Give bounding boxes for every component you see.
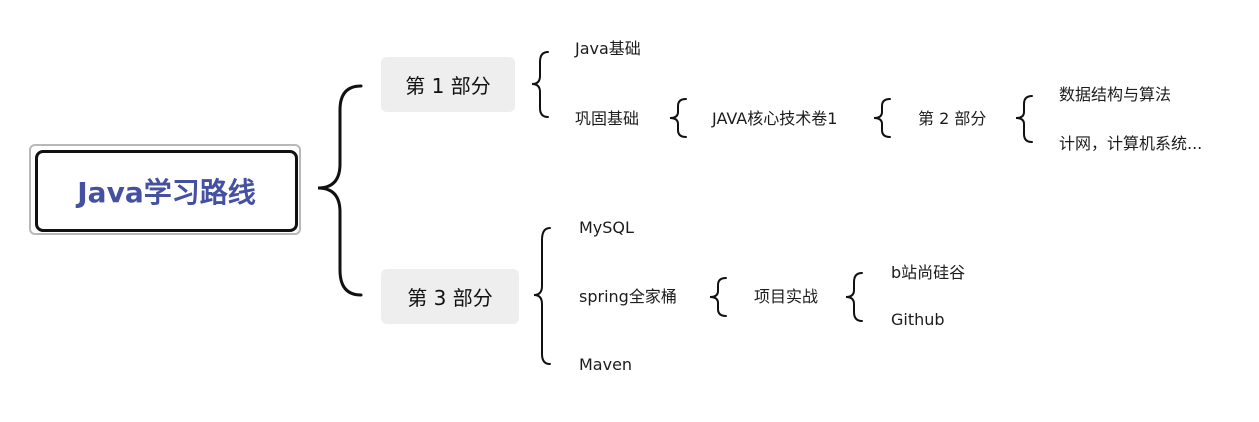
part3-bracket (533, 227, 551, 365)
part1-label: 第 1 部分 (405, 74, 491, 98)
root-title: Java学习路线 (77, 176, 256, 209)
mysql-node[interactable]: MySQL (579, 218, 634, 238)
part3-label: 第 3 部分 (407, 286, 493, 310)
java-basics-node[interactable]: Java基础 (575, 39, 641, 59)
book-bracket (873, 98, 891, 138)
book-node[interactable]: JAVA核心技术卷1 (712, 109, 837, 129)
consolidate-bracket (669, 98, 687, 138)
spring-bracket (709, 277, 727, 317)
consolidate-node[interactable]: 巩固基础 (575, 109, 639, 129)
root-bracket (317, 84, 363, 297)
part1-node[interactable]: 第 1 部分 (381, 57, 515, 112)
network-systems-node[interactable]: 计网，计算机系统... (1059, 134, 1202, 154)
part2-node[interactable]: 第 2 部分 (918, 109, 986, 129)
project-bracket (845, 272, 863, 322)
project-node[interactable]: 项目实战 (754, 287, 818, 307)
maven-node[interactable]: Maven (579, 355, 632, 375)
algorithms-node[interactable]: 数据结构与算法 (1059, 85, 1171, 105)
part3-node[interactable]: 第 3 部分 (381, 269, 519, 324)
spring-node[interactable]: spring全家桶 (579, 287, 677, 307)
part1-bracket (531, 51, 549, 118)
root-node[interactable]: Java学习路线 (35, 150, 298, 232)
github-node[interactable]: Github (891, 310, 945, 330)
part2-bracket (1015, 95, 1033, 143)
bilibili-node[interactable]: b站尚硅谷 (891, 263, 965, 283)
